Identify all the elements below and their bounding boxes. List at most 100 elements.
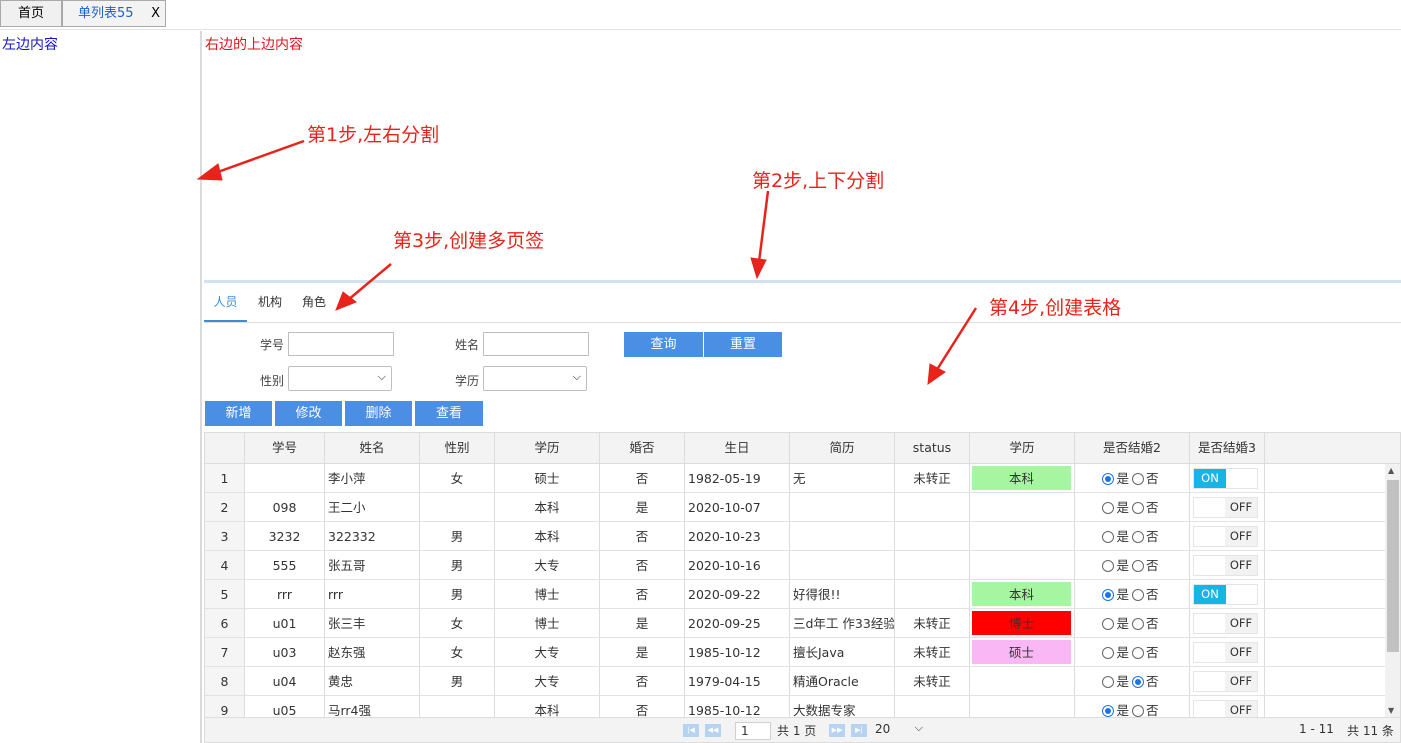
radio-button[interactable] [1132, 705, 1144, 717]
add-button[interactable]: 新增 [205, 401, 272, 426]
radio-yes[interactable]: 是 [1102, 616, 1129, 631]
query-button[interactable]: 查询 [624, 332, 703, 357]
tab-org[interactable]: 机构 [252, 288, 288, 322]
cell-edu2 [970, 522, 1075, 550]
column-header[interactable]: 是否结婚3 [1190, 433, 1265, 463]
radio-no[interactable]: 否 [1132, 645, 1159, 660]
radio-label: 是 [1116, 616, 1129, 631]
table-row[interactable]: 8 u04 黄忠男大专否 1979-04-15 精通Oracle 未转正是否 OFF [205, 667, 1385, 696]
tab-home[interactable]: 首页 [0, 0, 62, 27]
gender-label: 性别 [260, 374, 285, 388]
prev-page-icon[interactable]: ◀◀ [705, 724, 721, 737]
radio-no[interactable]: 否 [1132, 703, 1159, 718]
toggle-switch[interactable]: OFF [1193, 497, 1258, 518]
table-row[interactable]: 2 098 王二小 本科是 2020-10-07 是否 OFF [205, 493, 1385, 522]
page-size-select[interactable]: 20 ⌵ [873, 721, 925, 740]
column-header[interactable]: 学历 [495, 433, 600, 463]
column-header[interactable]: 生日 [685, 433, 790, 463]
radio-yes[interactable]: 是 [1102, 645, 1129, 660]
last-page-icon[interactable]: ▶| [851, 724, 867, 737]
radio-button[interactable] [1132, 676, 1144, 688]
radio-yes[interactable]: 是 [1102, 471, 1129, 486]
cell-married: 是 [600, 609, 685, 637]
radio-button[interactable] [1102, 647, 1115, 659]
radio-button[interactable] [1132, 618, 1144, 630]
vertical-scrollbar[interactable]: ▲ ▼ [1385, 464, 1400, 717]
radio-button[interactable] [1132, 473, 1144, 485]
tab-people[interactable]: 人员 [204, 288, 247, 322]
scroll-up-icon[interactable]: ▲ [1388, 466, 1394, 475]
radio-no[interactable]: 否 [1132, 587, 1159, 602]
radio-button[interactable] [1132, 502, 1144, 514]
column-header[interactable]: 简历 [790, 433, 895, 463]
horizontal-splitter[interactable] [204, 280, 1401, 283]
column-header[interactable]: 姓名 [325, 433, 420, 463]
table-row[interactable]: 4 555 张五哥男大专否 2020-10-16 是否 OFF [205, 551, 1385, 580]
tab-role[interactable]: 角色 [296, 288, 332, 322]
delete-button[interactable]: 删除 [345, 401, 412, 426]
table-row[interactable]: 7 u03 赵东强女大专是 1985-10-12 擅长Java 未转正 硕士是否 OFF [205, 638, 1385, 667]
radio-yes[interactable]: 是 [1102, 558, 1129, 573]
table-row[interactable]: 1 李小萍女硕士否 1982-05-19 无未转正 本科是否 ON [205, 464, 1385, 493]
column-header[interactable]: 婚否 [600, 433, 685, 463]
radio-button[interactable] [1102, 676, 1115, 688]
radio-yes[interactable]: 是 [1102, 500, 1129, 515]
row-number: 7 [205, 638, 245, 666]
radio-button[interactable] [1102, 618, 1115, 630]
next-page-icon[interactable]: ▶▶ [829, 724, 845, 737]
radio-button[interactable] [1102, 589, 1115, 601]
toggle-switch[interactable]: OFF [1193, 613, 1258, 634]
first-page-icon[interactable]: |◀ [683, 724, 699, 737]
view-button[interactable]: 查看 [415, 401, 483, 426]
gender-select[interactable]: ⌵ [288, 366, 392, 391]
column-header[interactable]: 是否结婚2 [1075, 433, 1190, 463]
reset-button[interactable]: 重置 [704, 332, 782, 357]
radio-button[interactable] [1132, 531, 1144, 543]
toggle-switch[interactable]: OFF [1193, 671, 1258, 692]
scrollbar-thumb[interactable] [1387, 480, 1399, 652]
radio-yes[interactable]: 是 [1102, 674, 1129, 689]
radio-button[interactable] [1102, 560, 1115, 572]
radio-button[interactable] [1132, 560, 1144, 572]
radio-button[interactable] [1102, 473, 1115, 485]
edu-select[interactable]: ⌵ [483, 366, 587, 391]
radio-no[interactable]: 否 [1132, 500, 1159, 515]
radio-button[interactable] [1102, 502, 1115, 514]
radio-no[interactable]: 否 [1132, 471, 1159, 486]
page-number-input[interactable]: 1 [735, 722, 771, 740]
radio-no[interactable]: 否 [1132, 529, 1159, 544]
radio-button[interactable] [1132, 589, 1144, 601]
radio-no[interactable]: 否 [1132, 616, 1159, 631]
table-row[interactable]: 5 rrr rrr 男博士否 2020-09-22 好得很!! 本科是否 ON [205, 580, 1385, 609]
toggle-state: ON [1194, 585, 1226, 604]
column-header[interactable]: status [895, 433, 970, 463]
edit-button[interactable]: 修改 [275, 401, 342, 426]
name-input[interactable] [483, 332, 589, 356]
toggle-switch[interactable]: ON [1193, 468, 1258, 489]
tab-single-list[interactable]: 单列表55 X [62, 0, 166, 27]
toggle-switch[interactable]: OFF [1193, 526, 1258, 547]
xuehao-input[interactable] [288, 332, 394, 356]
radio-yes[interactable]: 是 [1102, 587, 1129, 602]
cell-id: u01 [245, 609, 325, 637]
radio-button[interactable] [1102, 531, 1115, 543]
column-header[interactable]: 性别 [420, 433, 495, 463]
close-icon[interactable]: X [151, 1, 160, 26]
radio-yes[interactable]: 是 [1102, 703, 1129, 718]
radio-button[interactable] [1102, 705, 1115, 717]
column-header[interactable]: 学号 [245, 433, 325, 463]
radio-no[interactable]: 否 [1132, 558, 1159, 573]
cell-name: 张三丰 [325, 609, 420, 637]
radio-yes[interactable]: 是 [1102, 529, 1129, 544]
scroll-down-icon[interactable]: ▼ [1388, 706, 1394, 715]
toggle-switch[interactable]: OFF [1193, 555, 1258, 576]
radio-no[interactable]: 否 [1132, 674, 1159, 689]
radio-button[interactable] [1132, 647, 1144, 659]
column-header[interactable]: 学历 [970, 433, 1075, 463]
toggle-switch[interactable]: ON [1193, 584, 1258, 605]
table-row[interactable]: 6 u01 张三丰女博士是 2020-09-25 三d年工 作33经验2 未转正 博士是否 O… [205, 609, 1385, 638]
toggle-switch[interactable]: OFF [1193, 642, 1258, 663]
cell-gender: 男 [420, 667, 495, 695]
cell-edu: 大专 [495, 667, 600, 695]
table-row[interactable]: 3 3232 322332 男本科否 2020-10-23 是否 OFF [205, 522, 1385, 551]
